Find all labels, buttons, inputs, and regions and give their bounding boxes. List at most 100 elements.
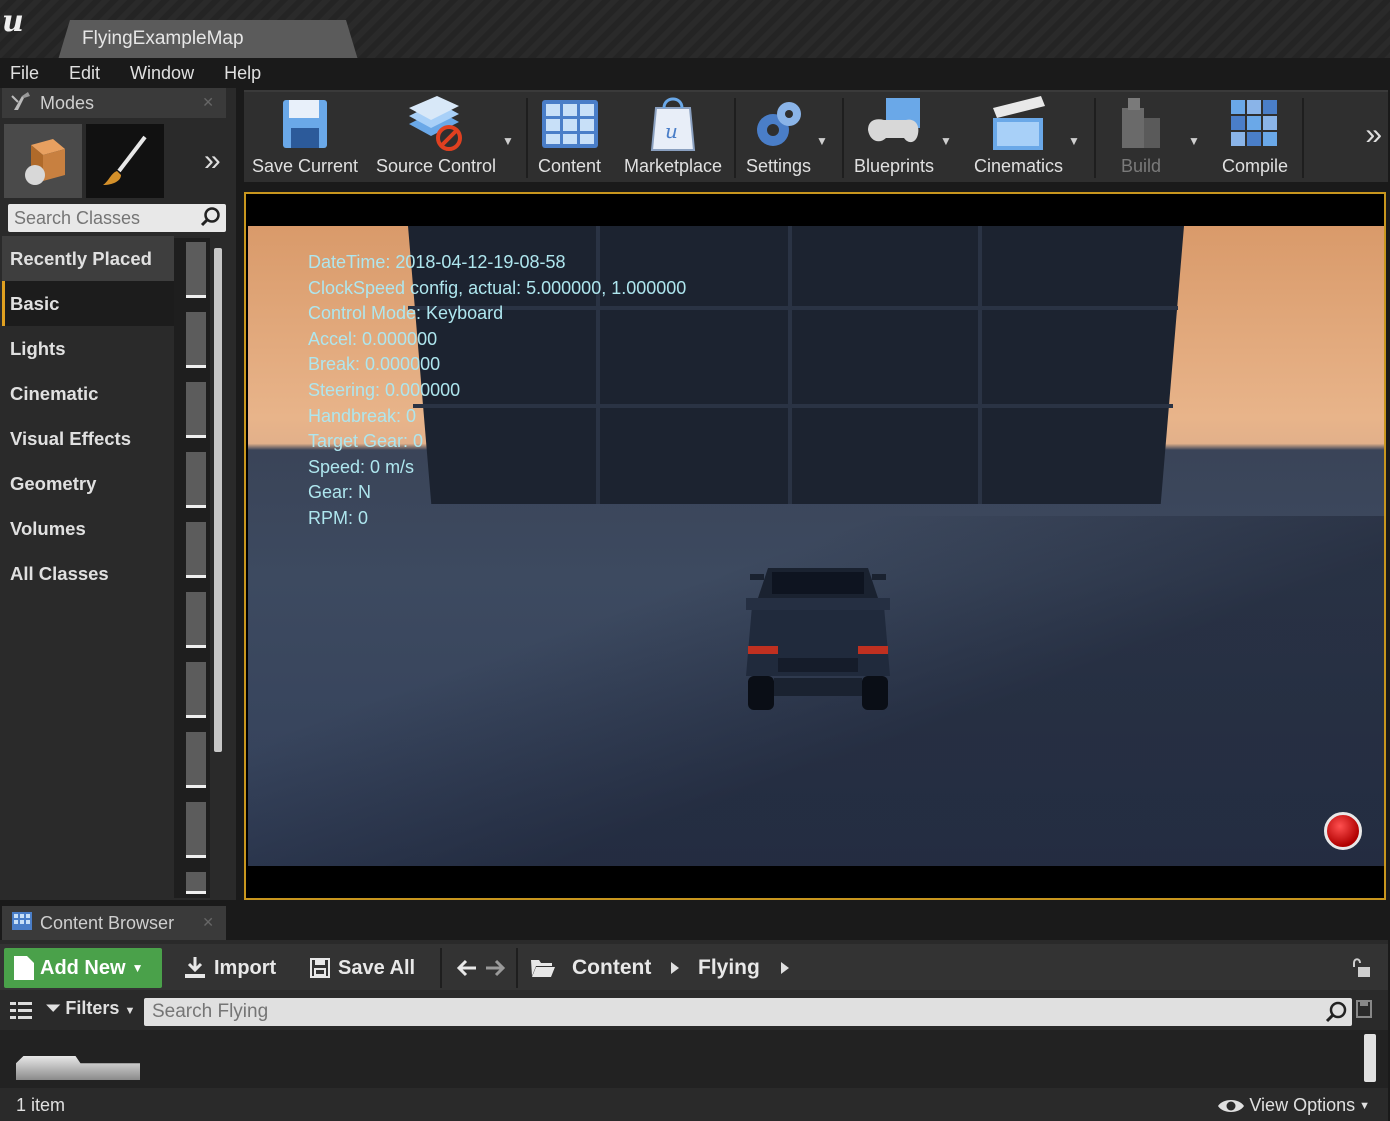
- blueprints-icon: [868, 98, 921, 143]
- import-button[interactable]: Import: [184, 952, 276, 984]
- category-volumes[interactable]: Volumes: [2, 506, 174, 551]
- menu-edit[interactable]: Edit: [59, 63, 110, 84]
- class-thumbnail[interactable]: [186, 732, 206, 788]
- cinematics-button[interactable]: Cinematics: [974, 94, 1063, 182]
- menu-help[interactable]: Help: [214, 63, 271, 84]
- class-thumbnail[interactable]: [186, 452, 206, 508]
- content-button[interactable]: Content: [538, 94, 601, 182]
- build-dropdown-icon[interactable]: ▼: [1188, 134, 1200, 148]
- content-browser-panel: Add New ▼ Import Save All Content Flying…: [0, 940, 1388, 1121]
- wall-seam: [788, 226, 792, 504]
- cinematics-dropdown-icon[interactable]: ▼: [1068, 134, 1080, 148]
- wall-seam: [978, 226, 982, 504]
- record-button[interactable]: [1324, 812, 1362, 850]
- category-cinematic[interactable]: Cinematic: [2, 371, 174, 416]
- view-options-button[interactable]: View Options ▼: [1217, 1095, 1370, 1116]
- class-thumbnail[interactable]: [186, 802, 206, 858]
- source-control-button[interactable]: Source Control: [376, 94, 496, 182]
- menu-file[interactable]: File: [0, 63, 49, 84]
- search-icon: [1324, 1000, 1348, 1029]
- category-basic[interactable]: Basic: [2, 281, 174, 326]
- new-file-icon: [14, 956, 34, 980]
- filters-button[interactable]: ⏷ Filters ▼: [46, 998, 135, 1019]
- blueprints-button[interactable]: Blueprints: [854, 94, 934, 182]
- asset-view-scrollbar[interactable]: [1364, 1034, 1376, 1082]
- add-new-button[interactable]: Add New ▼: [4, 948, 162, 988]
- category-visual-effects[interactable]: Visual Effects: [2, 416, 174, 461]
- build-icon: [1122, 98, 1160, 148]
- modes-icon: [10, 90, 34, 117]
- category-lights[interactable]: Lights: [2, 326, 174, 371]
- history-back-button[interactable]: [456, 952, 478, 984]
- more-modes-icon[interactable]: »: [204, 144, 221, 178]
- blueprints-dropdown-icon[interactable]: ▼: [940, 134, 952, 148]
- paint-mode-button[interactable]: [86, 124, 164, 198]
- save-all-button[interactable]: Save All: [310, 952, 415, 984]
- category-geometry[interactable]: Geometry: [2, 461, 174, 506]
- search-flying-input[interactable]: [144, 998, 1314, 1026]
- class-thumbnail[interactable]: [186, 662, 206, 718]
- save-current-label: Save Current: [252, 156, 359, 176]
- sources-panel-toggle-icon[interactable]: [8, 1000, 34, 1027]
- chevron-down-icon: ▼: [1359, 1099, 1370, 1112]
- build-label: Build: [1120, 156, 1162, 176]
- search-classes-input[interactable]: [8, 204, 198, 232]
- save-search-icon[interactable]: [1356, 1000, 1372, 1023]
- menu-window[interactable]: Window: [120, 63, 204, 84]
- class-thumbnail[interactable]: [186, 242, 206, 298]
- save-icon: [310, 958, 330, 978]
- marketplace-button[interactable]: u Marketplace: [624, 94, 722, 182]
- build-button[interactable]: Build: [1116, 94, 1166, 182]
- class-thumbnail[interactable]: [186, 382, 206, 438]
- save-current-button[interactable]: Save Current: [252, 94, 358, 182]
- modes-tab-label: Modes: [40, 92, 95, 113]
- source-control-dropdown-icon[interactable]: ▼: [502, 134, 514, 148]
- asset-view[interactable]: [0, 1030, 1388, 1088]
- modes-tab[interactable]: Modes ✕: [2, 88, 226, 118]
- search-icon: [200, 206, 222, 233]
- category-recently-placed[interactable]: Recently Placed: [2, 236, 174, 281]
- car-vehicle: [746, 568, 890, 710]
- content-browser-tab[interactable]: Content Browser ✕: [2, 906, 226, 940]
- close-icon[interactable]: ✕: [202, 94, 214, 111]
- source-control-label: Source Control: [376, 156, 497, 176]
- eye-icon: [1218, 1099, 1245, 1112]
- folder-asset-thumbnail[interactable]: [16, 1056, 140, 1080]
- class-thumbnail[interactable]: [186, 522, 206, 578]
- lock-button[interactable]: [1350, 952, 1372, 984]
- hud-gear: Gear: N: [308, 482, 372, 503]
- hud-speed: Speed: 0 m/s: [308, 456, 415, 477]
- breadcrumb-separator-icon[interactable]: [671, 962, 679, 974]
- title-bar: u FlyingExampleMap: [0, 0, 1390, 60]
- breadcrumb-content[interactable]: Content: [572, 952, 651, 984]
- breadcrumb-flying[interactable]: Flying: [698, 952, 760, 984]
- class-thumbnail[interactable]: [186, 312, 206, 368]
- settings-label: Settings: [746, 156, 812, 176]
- game-scene[interactable]: DateTime: 2018-04-12-19-08-58 ClockSpeed…: [248, 226, 1384, 866]
- compile-button[interactable]: Compile: [1222, 94, 1288, 182]
- vehicle-hud: DateTime: 2018-04-12-19-08-58 ClockSpeed…: [308, 250, 686, 532]
- settings-dropdown-icon[interactable]: ▼: [816, 134, 828, 148]
- content-browser-status-bar: 1 item View Options ▼: [0, 1088, 1388, 1121]
- level-viewport[interactable]: DateTime: 2018-04-12-19-08-58 ClockSpeed…: [244, 192, 1386, 900]
- breadcrumb-separator-icon[interactable]: [781, 962, 789, 974]
- category-all-classes[interactable]: All Classes: [2, 551, 174, 596]
- filter-funnel-icon: ⏷: [46, 998, 61, 1018]
- class-list-scrollbar[interactable]: [214, 248, 222, 752]
- toolbar-overflow-icon[interactable]: »: [1365, 118, 1382, 152]
- breadcrumb-root-folder[interactable]: [530, 952, 556, 984]
- import-label: Import: [214, 956, 277, 979]
- history-forward-button[interactable]: [484, 952, 506, 984]
- level-editor-toolbar: Save Current Source Control ▼ Content u …: [244, 90, 1388, 182]
- settings-button[interactable]: Settings: [746, 94, 811, 182]
- hud-break: Break: 0.000000: [308, 354, 441, 375]
- place-mode-icon: [25, 139, 65, 185]
- hud-handbreak: Handbreak: 0: [308, 405, 417, 426]
- class-thumbnail[interactable]: [186, 592, 206, 648]
- place-mode-button[interactable]: [4, 124, 82, 198]
- document-tab[interactable]: FlyingExampleMap: [58, 20, 358, 60]
- class-thumbnail[interactable]: [186, 872, 206, 894]
- settings-gear-icon: [756, 102, 801, 146]
- close-icon[interactable]: ✕: [202, 914, 214, 931]
- modes-panel: Modes ✕ » Search Classes Recently Placed…: [0, 88, 236, 900]
